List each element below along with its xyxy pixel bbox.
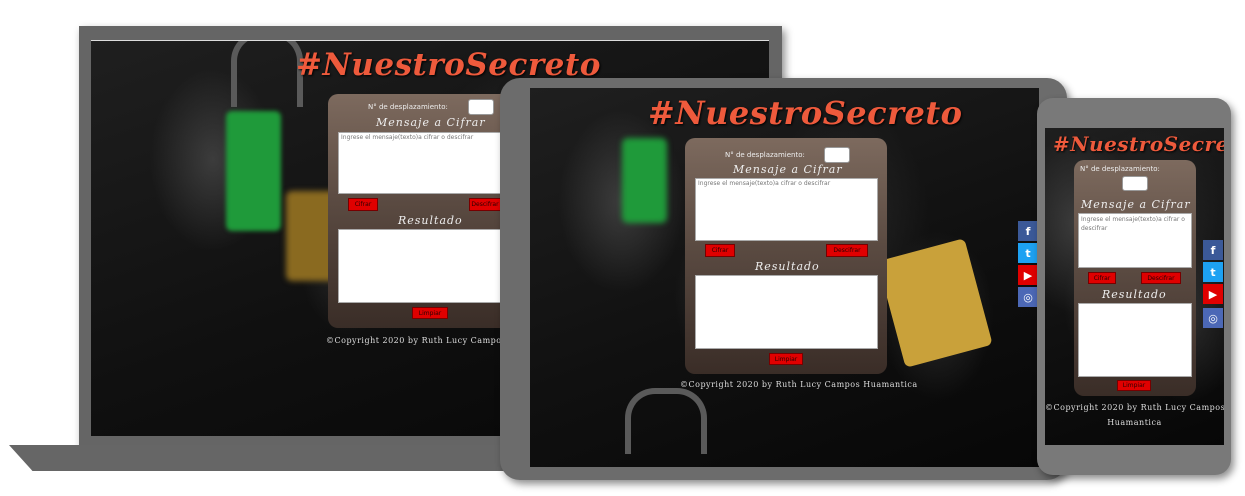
shift-label: N° de desplazamiento:: [725, 151, 805, 159]
green-lock: [226, 111, 281, 231]
clear-button[interactable]: Limpiar: [769, 353, 803, 365]
result-heading: Resultado: [755, 260, 820, 273]
shift-input[interactable]: [468, 99, 494, 115]
encrypt-button[interactable]: Cifrar: [705, 244, 735, 257]
shift-label: N° de desplazamiento:: [368, 103, 448, 111]
cipher-heading: Mensaje a Cifrar: [1081, 198, 1191, 211]
app-title: #NuestroSecreto: [648, 94, 963, 132]
decrypt-button[interactable]: Descifrar: [1141, 272, 1181, 284]
tablet-screen: #NuestroSecreto N° de desplazamiento: Me…: [530, 88, 1039, 467]
shift-input[interactable]: [1122, 176, 1148, 191]
result-heading: Resultado: [398, 214, 463, 227]
cipher-heading: Mensaje a Cifrar: [376, 116, 486, 129]
youtube-icon[interactable]: ▶: [1018, 265, 1038, 285]
instagram-icon[interactable]: ◎: [1203, 308, 1223, 328]
result-textarea[interactable]: [695, 275, 878, 349]
encrypt-button[interactable]: Cifrar: [1088, 272, 1116, 284]
copyright-line-1: ©Copyright 2020 by Ruth Lucy Campos: [1045, 403, 1224, 412]
shift-input[interactable]: [824, 147, 850, 163]
result-textarea[interactable]: [338, 229, 508, 303]
cipher-heading: Mensaje a Cifrar: [733, 163, 843, 176]
youtube-icon[interactable]: ▶: [1203, 284, 1223, 304]
cipher-card: N° de desplazamiento: Mensaje a Cifrar I…: [328, 94, 528, 328]
twitter-icon[interactable]: t: [1203, 262, 1223, 282]
clear-button[interactable]: Limpiar: [412, 307, 448, 319]
encrypt-button[interactable]: Cifrar: [348, 198, 378, 211]
lock-shackle: [231, 41, 303, 107]
facebook-icon[interactable]: f: [1203, 240, 1223, 260]
shift-label: N° de desplazamiento:: [1080, 165, 1160, 173]
message-textarea[interactable]: Ingrese el mensaje(texto)a cifrar o desc…: [1078, 213, 1192, 268]
twitter-icon[interactable]: t: [1018, 243, 1038, 263]
clear-button[interactable]: Limpiar: [1117, 380, 1151, 391]
copyright: ©Copyright 2020 by Ruth Lucy Campos Huam…: [680, 380, 918, 389]
result-heading: Resultado: [1102, 288, 1167, 301]
gold-lock: [877, 238, 993, 368]
app-title: #NuestroSecreto: [1053, 132, 1224, 156]
message-textarea[interactable]: Ingrese el mensaje(texto)a cifrar o desc…: [338, 132, 508, 194]
cipher-card: N° de desplazamiento: Mensaje a Cifrar I…: [685, 138, 887, 374]
decrypt-button[interactable]: Descifrar: [469, 198, 501, 211]
result-textarea[interactable]: [1078, 303, 1192, 377]
phone-screen: #NuestroSecreto N° de desplazamiento: Me…: [1045, 128, 1224, 445]
instagram-icon[interactable]: ◎: [1018, 287, 1038, 307]
copyright-line-2: Huamantica: [1107, 418, 1162, 427]
message-textarea[interactable]: Ingrese el mensaje(texto)a cifrar o desc…: [695, 178, 878, 241]
decrypt-button[interactable]: Descifrar: [826, 244, 868, 257]
green-lock: [622, 138, 667, 223]
cipher-card: N° de desplazamiento: Mensaje a Cifrar I…: [1074, 160, 1196, 396]
lock-shackle: [625, 388, 707, 454]
facebook-icon[interactable]: f: [1018, 221, 1038, 241]
